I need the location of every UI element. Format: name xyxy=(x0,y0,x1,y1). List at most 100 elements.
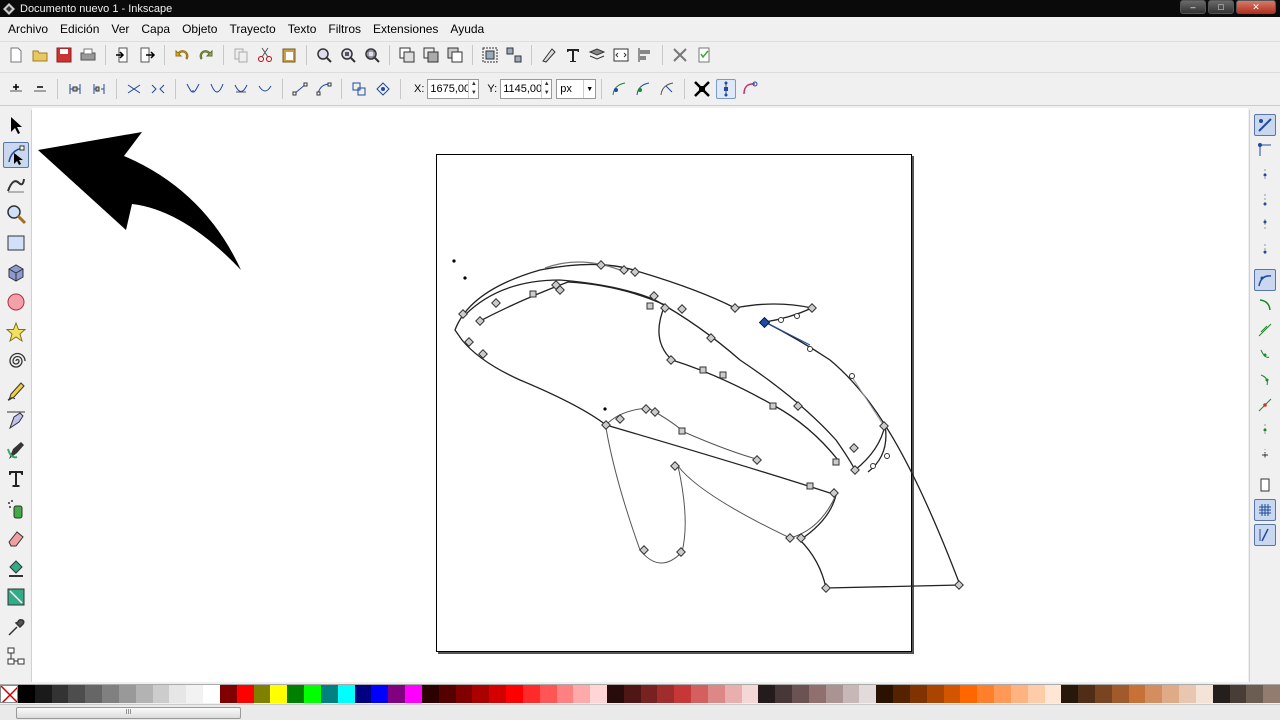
color-swatch[interactable] xyxy=(135,685,153,703)
color-swatch[interactable] xyxy=(1145,685,1163,703)
color-swatch[interactable] xyxy=(18,685,35,703)
connector-tool-icon[interactable] xyxy=(3,643,29,669)
text-font-icon[interactable] xyxy=(563,45,583,65)
paint-bucket-tool-icon[interactable] xyxy=(3,555,29,581)
y-coordinate-input[interactable] xyxy=(501,83,542,95)
no-paint-swatch-icon[interactable] xyxy=(0,685,18,703)
snap-bbox-center-icon[interactable] xyxy=(1254,239,1276,261)
color-swatch[interactable] xyxy=(674,685,692,703)
color-swatch[interactable] xyxy=(472,685,490,703)
color-swatch[interactable] xyxy=(623,685,641,703)
color-swatch[interactable] xyxy=(1195,685,1213,703)
show-mask-icon[interactable] xyxy=(657,79,677,99)
spiral-tool-icon[interactable] xyxy=(3,348,29,374)
snap-object-center-icon[interactable] xyxy=(1254,419,1276,441)
drawing-canvas[interactable] xyxy=(32,108,1248,682)
segment-to-curve-icon[interactable] xyxy=(314,79,334,99)
menu-texto[interactable]: Texto xyxy=(282,22,323,36)
color-swatch[interactable] xyxy=(741,685,759,703)
join-endnodes-segment-icon[interactable] xyxy=(124,79,144,99)
chevron-down-icon[interactable]: ▼ xyxy=(583,80,595,98)
y-coordinate-field[interactable]: ▲▼ xyxy=(500,79,553,99)
color-swatch[interactable] xyxy=(606,685,624,703)
text-tool-icon[interactable] xyxy=(3,466,29,492)
color-swatch[interactable] xyxy=(489,685,507,703)
color-swatch[interactable] xyxy=(1162,685,1180,703)
menu-objeto[interactable]: Objeto xyxy=(176,22,223,36)
color-swatch[interactable] xyxy=(455,685,473,703)
color-swatch[interactable] xyxy=(506,685,523,703)
color-swatch[interactable] xyxy=(758,685,776,703)
snap-bbox-icon[interactable] xyxy=(1254,139,1276,161)
dropper-tool-icon[interactable] xyxy=(3,614,29,640)
color-swatch[interactable] xyxy=(236,685,254,703)
xml-editor-icon[interactable] xyxy=(611,45,631,65)
cut-icon[interactable] xyxy=(255,45,275,65)
snap-page-border-icon[interactable] xyxy=(1254,474,1276,496)
color-swatch[interactable] xyxy=(1061,685,1079,703)
ellipse-tool-icon[interactable] xyxy=(3,289,29,315)
color-swatch[interactable] xyxy=(186,685,204,703)
new-document-icon[interactable] xyxy=(6,45,26,65)
color-swatch[interactable] xyxy=(724,685,742,703)
minimize-button[interactable]: ‒ xyxy=(1180,0,1206,14)
color-swatch[interactable] xyxy=(354,685,372,703)
color-swatch[interactable] xyxy=(1111,685,1129,703)
color-swatch[interactable] xyxy=(909,685,927,703)
x-spin-arrows-icon[interactable]: ▲ ▼ xyxy=(468,80,478,98)
color-swatch[interactable] xyxy=(893,685,910,703)
color-swatch[interactable] xyxy=(51,685,69,703)
insert-node-icon[interactable] xyxy=(6,79,26,99)
save-icon[interactable] xyxy=(54,45,74,65)
snap-nodes-icon[interactable] xyxy=(1254,269,1276,291)
menu-archivo[interactable]: Archivo xyxy=(2,22,54,36)
color-swatch[interactable] xyxy=(304,685,321,703)
color-swatch[interactable] xyxy=(118,685,136,703)
show-path-outline-icon[interactable] xyxy=(740,79,760,99)
color-swatch[interactable] xyxy=(657,685,675,703)
color-swatch[interactable] xyxy=(590,685,607,703)
color-swatch[interactable] xyxy=(960,685,978,703)
color-swatch[interactable] xyxy=(640,685,658,703)
snap-smooth-nodes-icon[interactable] xyxy=(1254,369,1276,391)
show-clipping-path-icon[interactable] xyxy=(633,79,653,99)
color-swatch[interactable] xyxy=(34,685,52,703)
show-handles-icon[interactable] xyxy=(716,79,737,99)
color-swatch[interactable] xyxy=(371,685,389,703)
ungroup-icon[interactable] xyxy=(504,45,524,65)
duplicate-icon[interactable] xyxy=(397,45,417,65)
import-icon[interactable] xyxy=(113,45,133,65)
stroke-to-path-icon[interactable] xyxy=(373,79,393,99)
color-swatch[interactable] xyxy=(102,685,119,703)
color-swatch[interactable] xyxy=(573,685,591,703)
color-swatch[interactable] xyxy=(405,685,422,703)
color-swatch[interactable] xyxy=(1095,685,1112,703)
color-swatch[interactable] xyxy=(337,685,355,703)
undo-icon[interactable] xyxy=(172,45,192,65)
color-swatch[interactable] xyxy=(1078,685,1095,703)
unlink-clone-icon[interactable] xyxy=(445,45,465,65)
next-path-effect-param-icon[interactable] xyxy=(609,79,629,99)
document-properties-icon[interactable] xyxy=(694,45,714,65)
color-swatch[interactable] xyxy=(825,685,843,703)
color-swatch[interactable] xyxy=(977,685,995,703)
fill-stroke-icon[interactable] xyxy=(539,45,559,65)
snap-paths-icon[interactable] xyxy=(1254,294,1276,316)
snap-midpoints-icon[interactable] xyxy=(1254,394,1276,416)
zoom-selection-icon[interactable] xyxy=(314,45,334,65)
color-swatch[interactable] xyxy=(219,685,237,703)
gradient-tool-icon[interactable] xyxy=(3,584,29,610)
color-swatch[interactable] xyxy=(270,685,288,703)
color-swatch[interactable] xyxy=(556,685,574,703)
x-coordinate-field[interactable]: ▲▼ xyxy=(427,79,480,99)
color-swatch[interactable] xyxy=(876,685,894,703)
spray-tool-icon[interactable] xyxy=(3,496,29,522)
selector-tool-icon[interactable] xyxy=(3,112,29,138)
color-swatch[interactable] xyxy=(859,685,877,703)
pencil-tool-icon[interactable] xyxy=(3,378,29,404)
snap-bbox-midpoint-icon[interactable] xyxy=(1254,214,1276,236)
color-swatch[interactable] xyxy=(808,685,826,703)
color-swatch[interactable] xyxy=(522,685,540,703)
menu-extensiones[interactable]: Extensiones xyxy=(367,22,444,36)
color-swatch[interactable] xyxy=(1246,685,1264,703)
